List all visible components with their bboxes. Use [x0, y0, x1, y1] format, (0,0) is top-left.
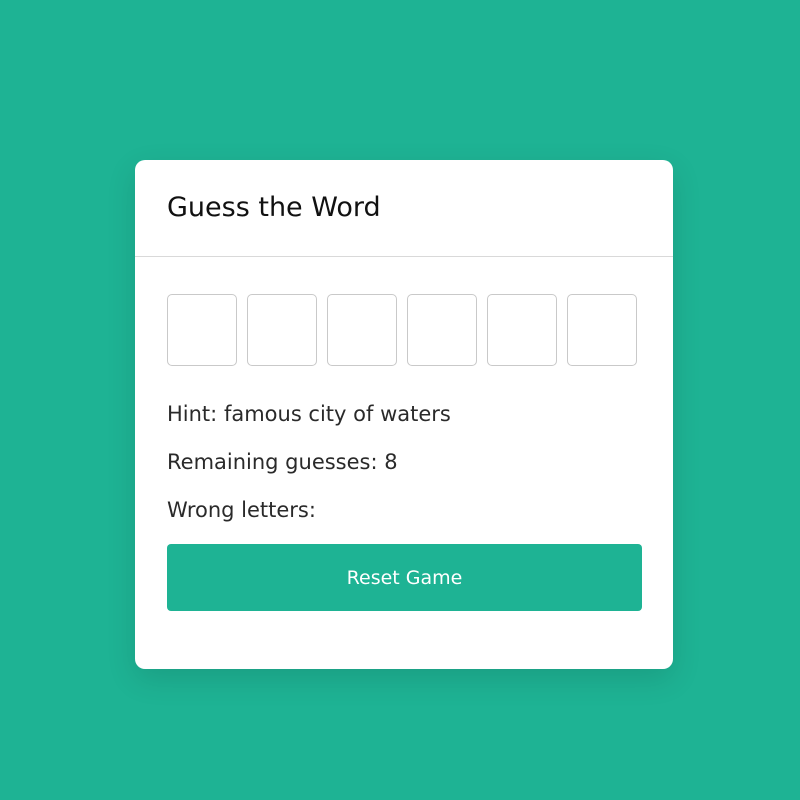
reset-game-button[interactable]: Reset Game [167, 544, 642, 611]
hint-value: famous city of waters [223, 402, 451, 426]
hint-line: Hint: famous city of waters [167, 398, 642, 430]
remaining-guesses-value: 8 [384, 450, 398, 474]
wrong-letters-label: Wrong letters: [167, 498, 316, 522]
wrong-letters-line: Wrong letters: [167, 494, 642, 526]
remaining-guesses-line: Remaining guesses: 8 [167, 446, 642, 478]
card-header: Guess the Word [135, 160, 673, 257]
game-details: Hint: famous city of waters Remaining gu… [167, 398, 642, 526]
letter-input-3[interactable] [327, 294, 397, 366]
remaining-guesses-label: Remaining guesses: [167, 450, 378, 474]
letter-input-2[interactable] [247, 294, 317, 366]
letter-input-1[interactable] [167, 294, 237, 366]
game-card: Guess the Word Hint: famous city of wate… [135, 160, 673, 669]
hint-label: Hint: [167, 402, 218, 426]
page-title: Guess the Word [167, 192, 381, 223]
letter-input-6[interactable] [567, 294, 637, 366]
card-body: Hint: famous city of waters Remaining gu… [135, 257, 673, 611]
letter-input-4[interactable] [407, 294, 477, 366]
letter-input-5[interactable] [487, 294, 557, 366]
letter-inputs [167, 294, 642, 366]
